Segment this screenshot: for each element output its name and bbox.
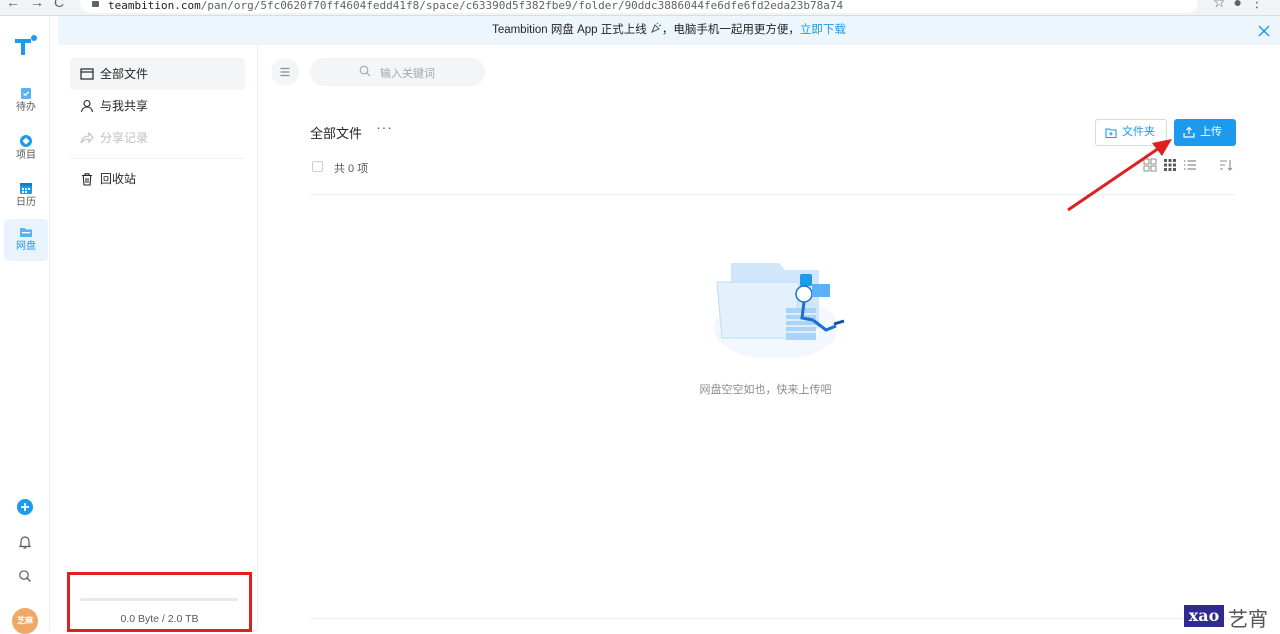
search-button[interactable] (15, 569, 35, 589)
rail-label-calendar: 日历 (16, 197, 36, 208)
browser-bar: ←→C teambition.com/pan/org/5fc0620f70ff4… (0, 0, 1280, 16)
view-toggle-group (1143, 158, 1237, 176)
new-folder-label: 文件夹 (1122, 126, 1155, 138)
storage-progress-bar (80, 598, 238, 601)
banner-text: Teambition 网盘 App 正式上线 (492, 24, 650, 36)
page-title: 全部文件 (310, 126, 363, 141)
sidebar-item-share-history[interactable]: 分享记录 (70, 122, 245, 154)
banner-text-2: ，电脑手机一起用更方便， (661, 24, 800, 36)
search-icon (359, 65, 371, 77)
calendar-icon (20, 183, 32, 194)
download-link[interactable]: 立即下载 (800, 24, 846, 36)
empty-state-text: 网盘空空如也，快来上传吧 (699, 384, 832, 396)
watermark-text: 艺宵 (1228, 609, 1268, 631)
item-count: 共 0 项 (334, 163, 369, 175)
user-icon (80, 99, 94, 113)
announcement-banner: Teambition 网盘 App 正式上线 ，电脑手机一起用更方便，立即下载 (58, 16, 1280, 45)
footer-divider (310, 618, 1236, 619)
upload-button[interactable]: 上传 (1174, 119, 1236, 146)
avatar-text: 芝麻 (12, 608, 38, 634)
address-bar[interactable]: teambition.com/pan/org/5fc0620f70ff4604f… (80, 0, 1198, 13)
new-folder-icon (1105, 128, 1117, 139)
sidebar-divider (70, 158, 245, 159)
browser-tools[interactable]: ☆●⋮ (1213, 0, 1272, 11)
select-all-checkbox[interactable] (312, 161, 323, 172)
lock-icon (92, 1, 99, 7)
drive-sidebar: 全部文件 与我共享 分享记录 回收站 0.0 Byte / 2.0 TB (58, 45, 258, 632)
rail-item-calendar[interactable]: 日历 (4, 175, 48, 217)
rail-item-project[interactable]: 项目 (4, 128, 48, 170)
empty-folder-illustration (714, 263, 845, 358)
upload-label: 上传 (1200, 126, 1222, 138)
trash-icon (82, 173, 92, 186)
teambition-logo (15, 35, 37, 55)
url-path: /pan/org/5fc0620f70ff4604fedd41f8/space/… (200, 0, 844, 12)
grid-view-large-icon[interactable] (1143, 158, 1157, 172)
sidebar-label-shared: 与我共享 (100, 99, 149, 113)
list-view-icon[interactable] (1183, 158, 1197, 172)
rail-item-drive[interactable]: 网盘 (4, 219, 48, 261)
rail-label-project: 项目 (16, 150, 36, 161)
browser-nav-buttons[interactable]: ←→C (6, 0, 74, 10)
upload-icon (1183, 126, 1195, 138)
menu-toggle-button[interactable] (271, 58, 299, 86)
add-button[interactable] (15, 498, 35, 518)
main-content: 输入关键词 全部文件 ··· 文件夹 上传 共 0 项 网盘空空如也，快来上传吧 (259, 45, 1280, 631)
sidebar-label-share-history: 分享记录 (100, 131, 149, 145)
search-placeholder: 输入关键词 (380, 68, 435, 80)
grid-view-small-icon[interactable] (1163, 158, 1177, 172)
party-icon (650, 22, 662, 33)
sidebar-label-all-files: 全部文件 (100, 67, 149, 81)
new-folder-button[interactable]: 文件夹 (1095, 119, 1167, 146)
share-icon (80, 131, 94, 144)
app-rail: 待办 项目 日历 网盘 芝麻 (0, 16, 50, 634)
bell-icon (18, 536, 32, 549)
list-divider (310, 194, 1236, 195)
notifications-button[interactable] (15, 534, 35, 554)
watermark-badge: xao (1184, 605, 1224, 627)
avatar[interactable]: 芝麻 (12, 608, 38, 634)
storage-usage-highlight: 0.0 Byte / 2.0 TB (67, 572, 252, 632)
close-icon (1258, 25, 1270, 37)
todo-icon (21, 88, 31, 99)
sidebar-label-trash: 回收站 (100, 172, 137, 186)
sidebar-item-shared-with-me[interactable]: 与我共享 (70, 90, 245, 122)
more-options-button[interactable]: ··· (376, 119, 393, 135)
drive-icon (20, 228, 32, 237)
url-host: teambition.com (108, 0, 201, 12)
magnifier-icon (19, 570, 31, 582)
folder-icon (80, 68, 94, 80)
sidebar-item-all-files[interactable]: 全部文件 (70, 58, 245, 90)
rail-label-todo: 待办 (16, 102, 36, 113)
sort-icon[interactable] (1219, 158, 1233, 172)
project-icon (20, 135, 32, 147)
sidebar-item-trash[interactable]: 回收站 (70, 163, 245, 195)
rail-label-drive: 网盘 (16, 241, 36, 252)
rail-item-todo[interactable]: 待办 (4, 80, 48, 122)
hamburger-icon (280, 67, 290, 77)
close-banner-button[interactable] (1258, 16, 1270, 47)
storage-usage-text: 0.0 Byte / 2.0 TB (120, 613, 199, 625)
plus-icon (17, 499, 33, 515)
